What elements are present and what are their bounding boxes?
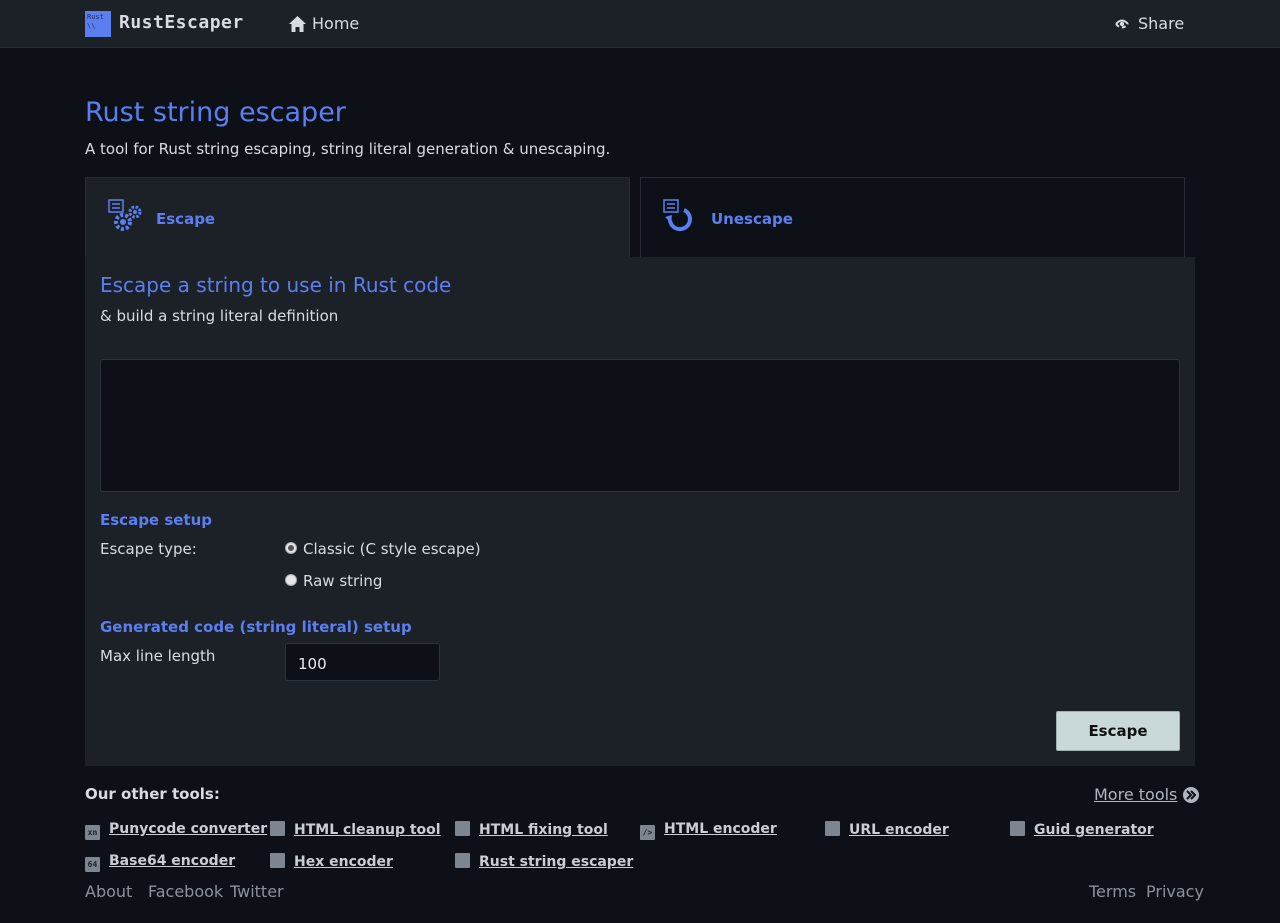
logo-icon-text-2: \\ <box>87 22 96 30</box>
radio-raw-label: Raw string <box>303 572 383 590</box>
tool-link-url-encoder[interactable]: URL encoder <box>825 821 949 838</box>
page-title: Rust string escaper <box>85 97 346 128</box>
tool-label: HTML encoder <box>664 821 777 837</box>
footer-privacy-link[interactable]: Privacy <box>1146 882 1204 901</box>
tool-link-html-fixing[interactable]: HTML fixing tool <box>455 821 608 838</box>
share-label: Share <box>1138 14 1185 33</box>
tab-escape-label: Escape <box>156 210 216 228</box>
other-tools-heading: Our other tools: <box>85 785 220 803</box>
tool-link-rust-escaper[interactable]: Rust string escaper <box>455 853 633 870</box>
footer-twitter-link[interactable]: Twitter <box>230 882 284 901</box>
barcode-icon <box>1010 821 1025 836</box>
tab-escape[interactable]: Escape <box>85 177 630 257</box>
unescape-arrow-icon <box>663 199 692 232</box>
max-line-input[interactable]: 100 <box>285 643 440 681</box>
logo-text[interactable]: RustEscaper <box>119 12 244 33</box>
tool-label: URL encoder <box>849 822 949 838</box>
home-icon <box>289 16 306 32</box>
nav-home-link[interactable]: Home <box>289 14 359 33</box>
escape-setup-heading: Escape setup <box>100 511 213 529</box>
tool-label: Rust string escaper <box>479 854 634 870</box>
footer-terms-link[interactable]: Terms <box>1089 882 1136 901</box>
generated-setup-heading: Generated code (string literal) setup <box>100 618 412 636</box>
rust-icon <box>455 853 470 868</box>
radio-raw-button[interactable] <box>285 574 297 586</box>
top-nav-bar: Rust \\ RustEscaper Home Share <box>0 0 1280 48</box>
escape-panel: Escape a string to use in Rust code & bu… <box>85 257 1195 766</box>
link-icon <box>825 821 840 836</box>
radio-classic-label: Classic (C style escape) <box>303 540 481 558</box>
tab-unescape-label: Unescape <box>711 210 793 228</box>
radio-classic[interactable]: Classic (C style escape) <box>285 540 481 558</box>
input-textarea[interactable] <box>100 359 1180 492</box>
tool-label: HTML cleanup tool <box>294 822 441 838</box>
panel-title: Escape a string to use in Rust code <box>100 273 452 297</box>
logo-icon-text-1: Rust <box>87 13 104 21</box>
tool-label: Punycode converter <box>109 821 268 837</box>
radio-raw[interactable]: Raw string <box>285 572 382 590</box>
tool-label: Hex encoder <box>294 854 393 870</box>
escape-type-label: Escape type: <box>100 540 197 558</box>
share-icon <box>1115 19 1129 29</box>
escape-gears-icon <box>108 199 142 231</box>
html-cleanup-icon <box>270 821 285 836</box>
more-tools-label: More tools <box>1094 785 1178 804</box>
base64-icon: 64 <box>85 857 100 872</box>
html-encoder-icon: /> <box>640 825 655 840</box>
logo-icon[interactable]: Rust \\ <box>85 11 111 37</box>
punycode-icon: xn <box>85 825 100 840</box>
tool-link-hex-encoder[interactable]: Hex encoder <box>270 853 393 870</box>
max-line-label: Max line length <box>100 647 216 665</box>
tool-link-base64[interactable]: 64 Base64 encoder <box>85 853 235 872</box>
footer-facebook-link[interactable]: Facebook <box>148 882 223 901</box>
tool-link-guid-generator[interactable]: Guid generator <box>1010 821 1154 838</box>
tool-link-html-cleanup[interactable]: HTML cleanup tool <box>270 821 441 838</box>
panel-subtitle: & build a string literal definition <box>100 307 339 325</box>
home-label: Home <box>312 14 360 33</box>
share-link[interactable]: Share <box>1114 14 1184 33</box>
footer-about-link[interactable]: About <box>85 882 132 901</box>
page-subtitle: A tool for Rust string escaping, string … <box>85 140 611 158</box>
hex-icon <box>270 853 285 868</box>
tool-link-html-encoder[interactable]: /> HTML encoder <box>640 821 777 840</box>
tool-link-punycode[interactable]: xn Punycode converter <box>85 821 267 840</box>
radio-classic-button[interactable] <box>285 542 297 554</box>
tool-label: Base64 encoder <box>109 853 236 869</box>
html-fixing-icon <box>455 821 470 836</box>
escape-button[interactable]: Escape <box>1056 711 1180 751</box>
double-chevron-right-icon <box>1183 787 1200 803</box>
more-tools-link[interactable]: More tools <box>1094 785 1200 804</box>
tab-unescape[interactable]: Unescape <box>640 177 1185 257</box>
tool-label: HTML fixing tool <box>479 822 608 838</box>
tool-label: Guid generator <box>1034 822 1154 838</box>
